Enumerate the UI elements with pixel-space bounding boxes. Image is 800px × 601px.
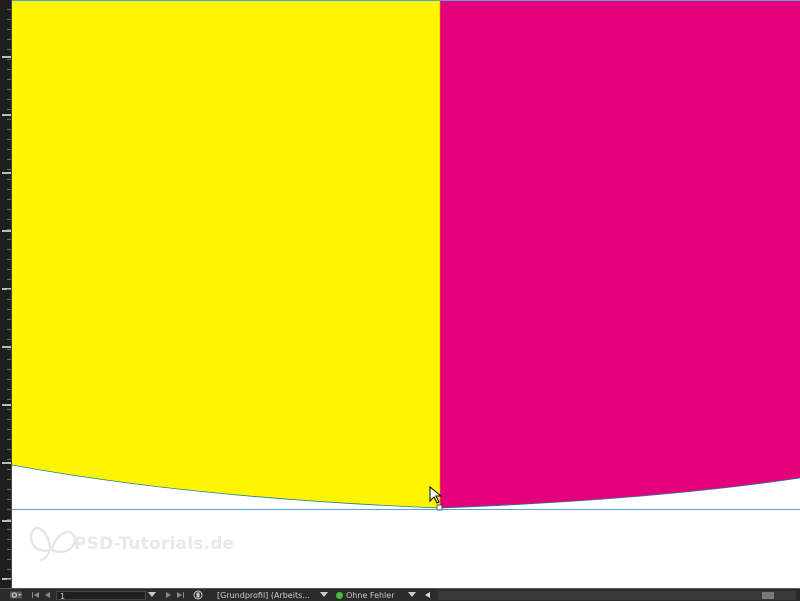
scrollbar-thumb[interactable] bbox=[762, 591, 774, 599]
magenta-shape[interactable] bbox=[440, 0, 800, 508]
previous-page-icon[interactable] bbox=[42, 590, 54, 600]
first-page-icon[interactable] bbox=[30, 590, 42, 600]
document-canvas[interactable]: PSD-Tutorials.de bbox=[12, 0, 800, 588]
watermark-text: PSD-Tutorials.de bbox=[74, 534, 235, 554]
preflight-menu-chevron-down-icon[interactable] bbox=[406, 590, 418, 600]
profile-menu-chevron-down-icon[interactable] bbox=[318, 590, 330, 600]
page-menu-chevron-down-icon[interactable] bbox=[146, 590, 158, 600]
butterfly-logo-icon bbox=[29, 526, 77, 561]
direct-selection-cursor-icon bbox=[429, 486, 443, 504]
gear-icon[interactable] bbox=[10, 590, 22, 600]
horizontal-scrollbar[interactable] bbox=[438, 590, 796, 600]
next-page-icon[interactable] bbox=[162, 590, 174, 600]
preflight-status-label[interactable]: Ohne Fehler bbox=[346, 591, 406, 600]
last-page-icon[interactable] bbox=[174, 590, 186, 600]
preflight-ok-icon bbox=[336, 591, 343, 599]
yellow-shape[interactable] bbox=[12, 0, 440, 508]
preflight-profile-field[interactable]: [Grundprofil] (Arbeits... bbox=[214, 591, 318, 600]
open-page-icon[interactable] bbox=[192, 590, 204, 600]
vertical-ruler[interactable] bbox=[0, 0, 12, 588]
status-bar: 1 [Grundprofil] (Arbeits... Ohne Fehler bbox=[0, 588, 800, 601]
watermark: PSD-Tutorials.de bbox=[26, 512, 256, 562]
scroll-left-icon[interactable] bbox=[422, 590, 434, 600]
page-artwork bbox=[12, 0, 800, 511]
horizontal-guide[interactable] bbox=[12, 509, 800, 510]
page-number-field[interactable]: 1 bbox=[56, 590, 146, 601]
